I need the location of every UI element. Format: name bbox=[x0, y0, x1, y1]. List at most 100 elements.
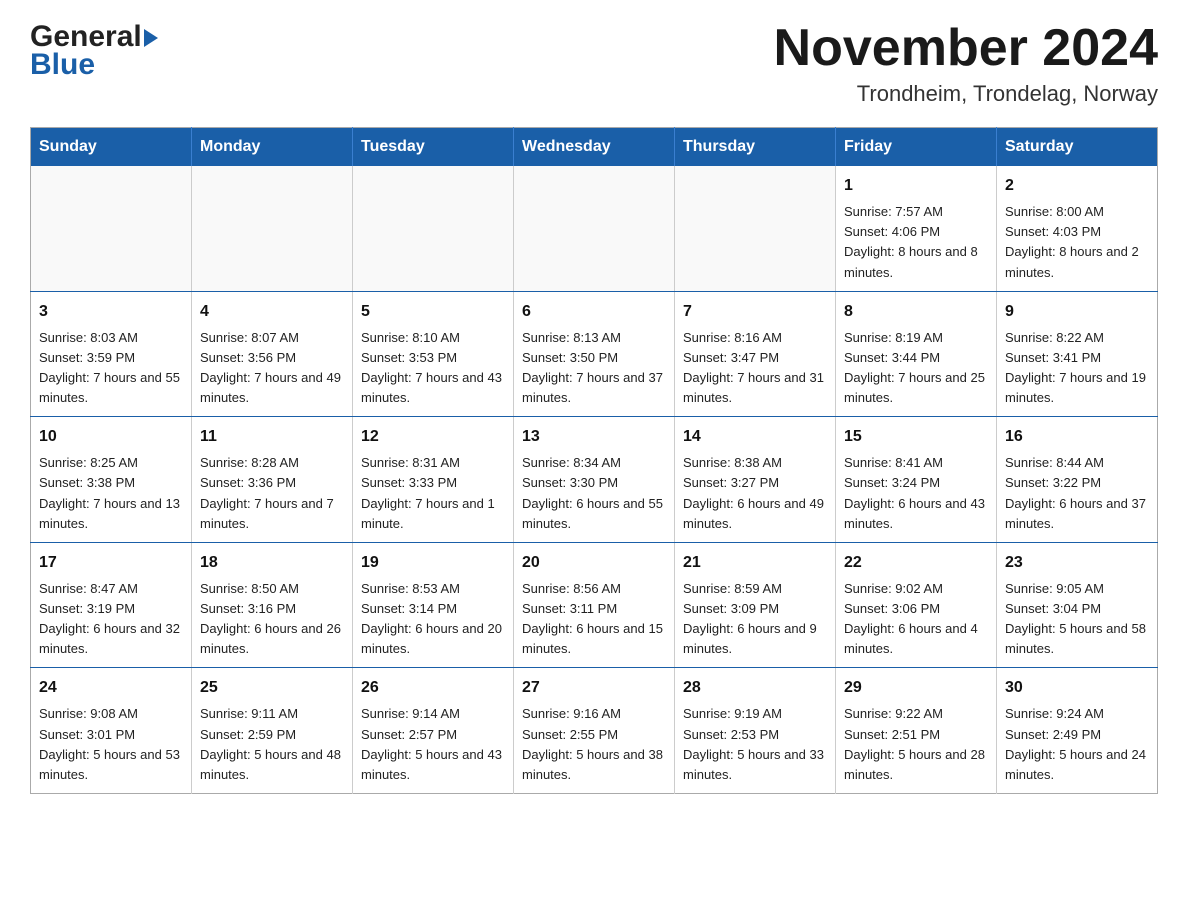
col-header-wednesday: Wednesday bbox=[514, 128, 675, 167]
day-info: Sunrise: 8:03 AMSunset: 3:59 PMDaylight:… bbox=[39, 328, 183, 409]
day-number: 15 bbox=[844, 425, 988, 449]
calendar-cell: 4 Sunrise: 8:07 AMSunset: 3:56 PMDaylight… bbox=[192, 291, 353, 417]
calendar-cell: 17 Sunrise: 8:47 AMSunset: 3:19 PMDayligh… bbox=[31, 542, 192, 668]
day-number: 19 bbox=[361, 551, 505, 575]
day-info: Sunrise: 9:22 AMSunset: 2:51 PMDaylight:… bbox=[844, 704, 988, 785]
day-info: Sunrise: 8:13 AMSunset: 3:50 PMDaylight:… bbox=[522, 328, 666, 409]
col-header-saturday: Saturday bbox=[997, 128, 1158, 167]
day-number: 17 bbox=[39, 551, 183, 575]
col-header-sunday: Sunday bbox=[31, 128, 192, 167]
day-info: Sunrise: 8:47 AMSunset: 3:19 PMDaylight:… bbox=[39, 579, 183, 660]
day-number: 6 bbox=[522, 300, 666, 324]
location-title: Trondheim, Trondelag, Norway bbox=[774, 81, 1158, 107]
calendar-cell: 1Sunrise: 7:57 AMSunset: 4:06 PMDaylight… bbox=[836, 166, 997, 291]
calendar-table: SundayMondayTuesdayWednesdayThursdayFrid… bbox=[30, 127, 1158, 794]
day-number: 7 bbox=[683, 300, 827, 324]
day-info: Sunrise: 9:19 AMSunset: 2:53 PMDaylight:… bbox=[683, 704, 827, 785]
logo-blue: Blue bbox=[30, 48, 95, 82]
day-number: 24 bbox=[39, 676, 183, 700]
day-number: 13 bbox=[522, 425, 666, 449]
header: General Blue November 2024 Trondheim, Tr… bbox=[30, 20, 1158, 107]
col-header-friday: Friday bbox=[836, 128, 997, 167]
day-info: Sunrise: 8:16 AMSunset: 3:47 PMDaylight:… bbox=[683, 328, 827, 409]
calendar-cell: 16 Sunrise: 8:44 AMSunset: 3:22 PMDayligh… bbox=[997, 417, 1158, 543]
calendar-cell: 10 Sunrise: 8:25 AMSunset: 3:38 PMDayligh… bbox=[31, 417, 192, 543]
day-number: 27 bbox=[522, 676, 666, 700]
day-info: Sunrise: 9:08 AMSunset: 3:01 PMDaylight:… bbox=[39, 704, 183, 785]
day-number: 20 bbox=[522, 551, 666, 575]
day-info: Sunrise: 9:05 AMSunset: 3:04 PMDaylight:… bbox=[1005, 579, 1149, 660]
day-info: Sunrise: 8:25 AMSunset: 3:38 PMDaylight:… bbox=[39, 453, 183, 534]
day-number: 16 bbox=[1005, 425, 1149, 449]
day-info: Sunrise: 8:31 AMSunset: 3:33 PMDaylight:… bbox=[361, 453, 505, 534]
day-number: 29 bbox=[844, 676, 988, 700]
calendar-cell: 8 Sunrise: 8:19 AMSunset: 3:44 PMDaylight… bbox=[836, 291, 997, 417]
day-number: 4 bbox=[200, 300, 344, 324]
day-info: Sunrise: 8:44 AMSunset: 3:22 PMDaylight:… bbox=[1005, 453, 1149, 534]
calendar-cell: 9Sunrise: 8:22 AMSunset: 3:41 PMDaylight… bbox=[997, 291, 1158, 417]
calendar-header-row: SundayMondayTuesdayWednesdayThursdayFrid… bbox=[31, 128, 1158, 167]
day-number: 5 bbox=[361, 300, 505, 324]
day-number: 23 bbox=[1005, 551, 1149, 575]
calendar-cell: 15 Sunrise: 8:41 AMSunset: 3:24 PMDayligh… bbox=[836, 417, 997, 543]
logo: General Blue bbox=[30, 20, 158, 82]
day-number: 21 bbox=[683, 551, 827, 575]
day-info: Sunrise: 8:38 AMSunset: 3:27 PMDaylight:… bbox=[683, 453, 827, 534]
day-info: Sunrise: 8:10 AMSunset: 3:53 PMDaylight:… bbox=[361, 328, 505, 409]
day-info: Sunrise: 8:41 AMSunset: 3:24 PMDaylight:… bbox=[844, 453, 988, 534]
day-info: Sunrise: 9:16 AMSunset: 2:55 PMDaylight:… bbox=[522, 704, 666, 785]
day-info: Sunrise: 9:02 AMSunset: 3:06 PMDaylight:… bbox=[844, 579, 988, 660]
day-info: Sunrise: 8:50 AMSunset: 3:16 PMDaylight:… bbox=[200, 579, 344, 660]
calendar-cell: 19 Sunrise: 8:53 AMSunset: 3:14 PMDayligh… bbox=[353, 542, 514, 668]
calendar-cell: 11 Sunrise: 8:28 AMSunset: 3:36 PMDayligh… bbox=[192, 417, 353, 543]
day-number: 30 bbox=[1005, 676, 1149, 700]
day-info: Sunrise: 9:11 AMSunset: 2:59 PMDaylight:… bbox=[200, 704, 344, 785]
day-number: 28 bbox=[683, 676, 827, 700]
calendar-cell: 20 Sunrise: 8:56 AMSunset: 3:11 PMDayligh… bbox=[514, 542, 675, 668]
day-number: 18 bbox=[200, 551, 344, 575]
day-number: 25 bbox=[200, 676, 344, 700]
calendar-cell: 18 Sunrise: 8:50 AMSunset: 3:16 PMDayligh… bbox=[192, 542, 353, 668]
calendar-cell: 2 Sunrise: 8:00 AMSunset: 4:03 PMDaylight… bbox=[997, 166, 1158, 291]
calendar-cell bbox=[675, 166, 836, 291]
calendar-cell: 25 Sunrise: 9:11 AMSunset: 2:59 PMDayligh… bbox=[192, 668, 353, 794]
day-info: Sunrise: 8:34 AMSunset: 3:30 PMDaylight:… bbox=[522, 453, 666, 534]
calendar-cell bbox=[353, 166, 514, 291]
calendar-cell: 5 Sunrise: 8:10 AMSunset: 3:53 PMDaylight… bbox=[353, 291, 514, 417]
day-info: Sunrise: 8:56 AMSunset: 3:11 PMDaylight:… bbox=[522, 579, 666, 660]
calendar-cell: 22Sunrise: 9:02 AMSunset: 3:06 PMDayligh… bbox=[836, 542, 997, 668]
calendar-cell bbox=[514, 166, 675, 291]
day-number: 2 bbox=[1005, 174, 1149, 198]
calendar-cell bbox=[31, 166, 192, 291]
calendar-week-3: 10 Sunrise: 8:25 AMSunset: 3:38 PMDayligh… bbox=[31, 417, 1158, 543]
day-number: 11 bbox=[200, 425, 344, 449]
calendar-cell: 14 Sunrise: 8:38 AMSunset: 3:27 PMDayligh… bbox=[675, 417, 836, 543]
calendar-cell bbox=[192, 166, 353, 291]
month-title: November 2024 bbox=[774, 20, 1158, 77]
calendar-cell: 29 Sunrise: 9:22 AMSunset: 2:51 PMDayligh… bbox=[836, 668, 997, 794]
day-number: 12 bbox=[361, 425, 505, 449]
day-number: 10 bbox=[39, 425, 183, 449]
calendar-cell: 12 Sunrise: 8:31 AMSunset: 3:33 PMDayligh… bbox=[353, 417, 514, 543]
calendar-week-2: 3 Sunrise: 8:03 AMSunset: 3:59 PMDaylight… bbox=[31, 291, 1158, 417]
day-info: Sunrise: 8:00 AMSunset: 4:03 PMDaylight:… bbox=[1005, 202, 1149, 283]
day-info: Sunrise: 7:57 AMSunset: 4:06 PMDaylight:… bbox=[844, 202, 988, 283]
day-number: 8 bbox=[844, 300, 988, 324]
day-info: Sunrise: 8:53 AMSunset: 3:14 PMDaylight:… bbox=[361, 579, 505, 660]
col-header-tuesday: Tuesday bbox=[353, 128, 514, 167]
calendar-cell: 28 Sunrise: 9:19 AMSunset: 2:53 PMDayligh… bbox=[675, 668, 836, 794]
calendar-cell: 26Sunrise: 9:14 AMSunset: 2:57 PMDayligh… bbox=[353, 668, 514, 794]
day-info: Sunrise: 8:19 AMSunset: 3:44 PMDaylight:… bbox=[844, 328, 988, 409]
calendar-cell: 3 Sunrise: 8:03 AMSunset: 3:59 PMDaylight… bbox=[31, 291, 192, 417]
day-number: 14 bbox=[683, 425, 827, 449]
calendar-cell: 13 Sunrise: 8:34 AMSunset: 3:30 PMDayligh… bbox=[514, 417, 675, 543]
day-number: 9 bbox=[1005, 300, 1149, 324]
day-number: 3 bbox=[39, 300, 183, 324]
calendar-cell: 30Sunrise: 9:24 AMSunset: 2:49 PMDayligh… bbox=[997, 668, 1158, 794]
calendar-cell: 23 Sunrise: 9:05 AMSunset: 3:04 PMDayligh… bbox=[997, 542, 1158, 668]
day-info: Sunrise: 8:28 AMSunset: 3:36 PMDaylight:… bbox=[200, 453, 344, 534]
calendar-week-1: 1Sunrise: 7:57 AMSunset: 4:06 PMDaylight… bbox=[31, 166, 1158, 291]
day-info: Sunrise: 9:14 AMSunset: 2:57 PMDaylight:… bbox=[361, 704, 505, 785]
day-info: Sunrise: 8:07 AMSunset: 3:56 PMDaylight:… bbox=[200, 328, 344, 409]
calendar-cell: 24 Sunrise: 9:08 AMSunset: 3:01 PMDayligh… bbox=[31, 668, 192, 794]
